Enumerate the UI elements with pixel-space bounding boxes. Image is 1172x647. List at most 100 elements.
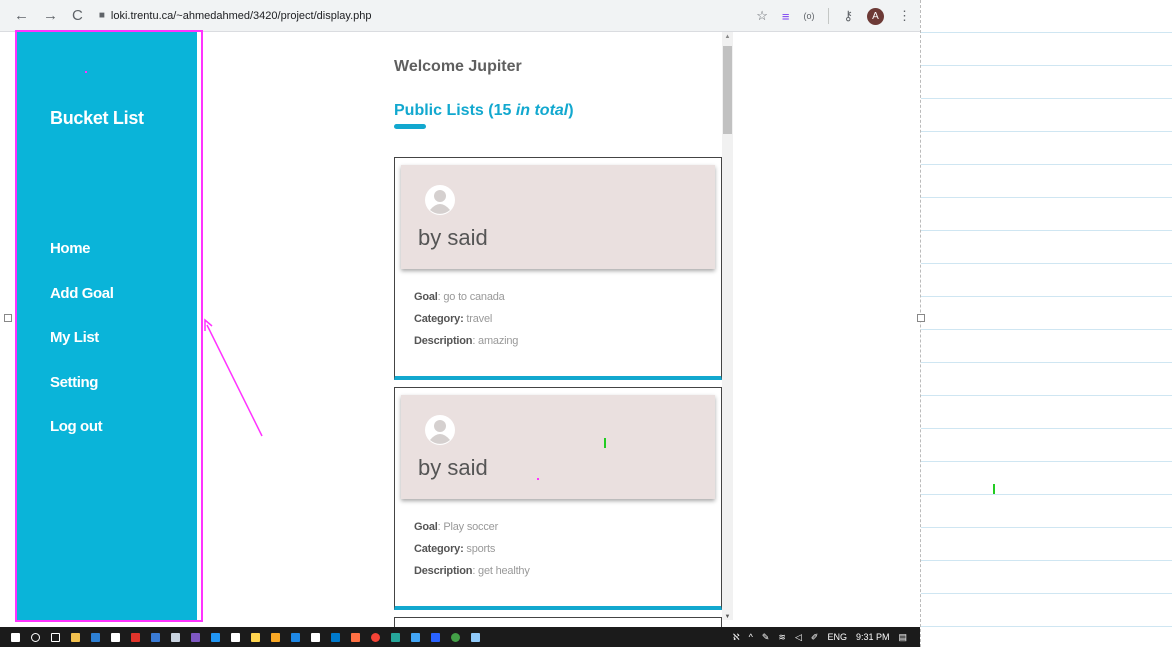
annotation-mark <box>993 484 995 494</box>
file-explorer-icon[interactable] <box>71 632 80 642</box>
card-category: Category: travel <box>414 313 492 325</box>
app-icon[interactable] <box>291 632 300 642</box>
system-tray: ℵ ^ ✎ ≋ ◁ ✐ ENG 9:31 PM ▤ <box>733 627 907 647</box>
draw-icon[interactable]: ✐ <box>811 632 819 643</box>
profile-avatar[interactable]: A <box>867 7 884 25</box>
scroll-down-arrow-icon[interactable]: ▼ <box>722 614 733 620</box>
category-value: travel <box>466 313 493 325</box>
url-bar[interactable]: loki.trentu.ca/~ahmedahmed/3420/project/… <box>111 10 372 22</box>
card-description: Description: amazing <box>414 335 519 347</box>
public-lists-heading: Public Lists (15 in total) <box>394 102 574 120</box>
card-author: by said <box>418 455 488 480</box>
description-label: Description <box>414 335 473 347</box>
category-label: Category: <box>414 313 464 325</box>
app-icon[interactable] <box>451 632 460 642</box>
main-content: Welcome Jupiter Public Lists (15 in tota… <box>380 32 735 647</box>
goal-value: Play soccer <box>443 521 499 533</box>
wifi-icon[interactable]: ≋ <box>778 632 786 643</box>
app-icon[interactable] <box>431 632 440 642</box>
annotation-mark <box>604 438 606 448</box>
edge-browser-icon[interactable] <box>91 632 100 642</box>
goal-value: go to canada <box>443 291 505 303</box>
back-arrow-icon[interactable]: ← <box>14 0 29 32</box>
card-goal: Goal: go to canada <box>414 291 505 303</box>
nav-item-my-list[interactable]: My List <box>50 329 99 346</box>
onenote-icon[interactable] <box>191 632 200 642</box>
selection-handle[interactable] <box>917 314 925 322</box>
app-icon[interactable] <box>411 632 420 642</box>
browser-toolbar-right: ☆ ≡ (o) ⚷ A ⋮ <box>756 0 911 32</box>
nav-item-log-out[interactable]: Log out <box>50 418 103 435</box>
nav-item-home[interactable]: Home <box>50 240 90 257</box>
volume-icon[interactable]: ◁ <box>795 632 802 643</box>
card-category: Category: sports <box>414 543 495 555</box>
card-goal: Goal: Play soccer <box>414 521 499 533</box>
start-windows-icon[interactable] <box>11 632 20 642</box>
word-icon[interactable] <box>151 632 160 642</box>
toolbar-divider <box>828 8 830 24</box>
category-value: sports <box>466 543 496 555</box>
app-icon[interactable] <box>251 632 260 642</box>
app-icon[interactable] <box>231 632 240 642</box>
more-menu-icon[interactable]: ⋮ <box>898 8 911 24</box>
clock[interactable]: 9:31 PM <box>856 632 890 642</box>
search-icon[interactable] <box>31 632 40 642</box>
sidebar: Bucket List Home Add Goal My List Settin… <box>17 32 197 620</box>
task-view-icon[interactable] <box>51 632 60 642</box>
app-icon[interactable] <box>391 632 400 642</box>
goal-card: by said Goal: go to canada Category: tra… <box>394 157 722 380</box>
description-value: amazing <box>478 335 519 347</box>
scroll-up-arrow-icon[interactable]: ▲ <box>722 34 733 40</box>
annotation-dot <box>537 478 539 480</box>
filezilla-icon[interactable] <box>131 632 140 642</box>
app-icon[interactable] <box>471 632 480 642</box>
selection-handle[interactable] <box>4 314 12 322</box>
category-label: Category: <box>414 543 464 555</box>
app-icon[interactable] <box>211 632 220 642</box>
user-avatar-icon <box>425 185 455 215</box>
forward-arrow-icon[interactable]: → <box>43 0 58 32</box>
store-icon[interactable] <box>111 632 120 642</box>
heading-underline <box>394 124 426 129</box>
extension-counter-icon[interactable]: (o) <box>803 11 814 21</box>
card-header: by said <box>401 395 715 499</box>
pen-icon[interactable]: ✎ <box>762 632 770 643</box>
public-lists-italic: in total <box>515 102 569 119</box>
card-author: by said <box>418 225 488 250</box>
nav-item-add-goal[interactable]: Add Goal <box>50 285 114 302</box>
extension-list-icon[interactable]: ≡ <box>782 9 790 24</box>
app-icon[interactable] <box>311 632 320 642</box>
bookmark-star-icon[interactable]: ☆ <box>756 8 768 24</box>
public-lists-prefix: Public Lists (15 <box>394 102 516 119</box>
card-description: Description: get healthy <box>414 565 530 577</box>
notification-icon[interactable]: ▤ <box>898 632 907 643</box>
public-lists-suffix: ) <box>568 102 574 119</box>
goal-label: Goal <box>414 521 438 533</box>
key-icon[interactable]: ⚷ <box>843 8 853 24</box>
app-icon[interactable] <box>351 632 360 642</box>
welcome-heading: Welcome Jupiter <box>394 58 522 75</box>
notepad-icon[interactable] <box>171 632 180 642</box>
chrome-icon[interactable] <box>371 632 380 642</box>
windows-taskbar: ℵ ^ ✎ ≋ ◁ ✐ ENG 9:31 PM ▤ <box>0 627 920 647</box>
annotation-dot <box>85 71 87 73</box>
user-avatar-icon <box>425 415 455 445</box>
lock-icon: ■ <box>98 10 105 21</box>
description-value: get healthy <box>478 565 530 577</box>
goal-card: by said Goal: Play soccer Category: spor… <box>394 387 722 610</box>
scroll-thumb[interactable] <box>723 46 732 134</box>
browser-toolbar: ← → C ■ loki.trentu.ca/~ahmedahmed/3420/… <box>0 0 920 32</box>
description-label: Description <box>414 565 473 577</box>
card-header: by said <box>401 165 715 269</box>
desktop-screen: ← → C ■ loki.trentu.ca/~ahmedahmed/3420/… <box>0 0 921 647</box>
nav-item-setting[interactable]: Setting <box>50 374 98 391</box>
goal-label: Goal <box>414 291 438 303</box>
language-indicator[interactable]: ENG <box>827 632 847 642</box>
app-icon[interactable] <box>271 632 280 642</box>
page-scrollbar[interactable]: ▲ ▼ <box>722 32 733 620</box>
chevron-up-icon[interactable]: ^ <box>749 632 753 642</box>
brand-title[interactable]: Bucket List <box>50 108 144 129</box>
people-icon[interactable]: ℵ <box>733 632 740 643</box>
vscode-icon[interactable] <box>331 632 340 642</box>
reload-icon[interactable]: C <box>72 0 83 32</box>
